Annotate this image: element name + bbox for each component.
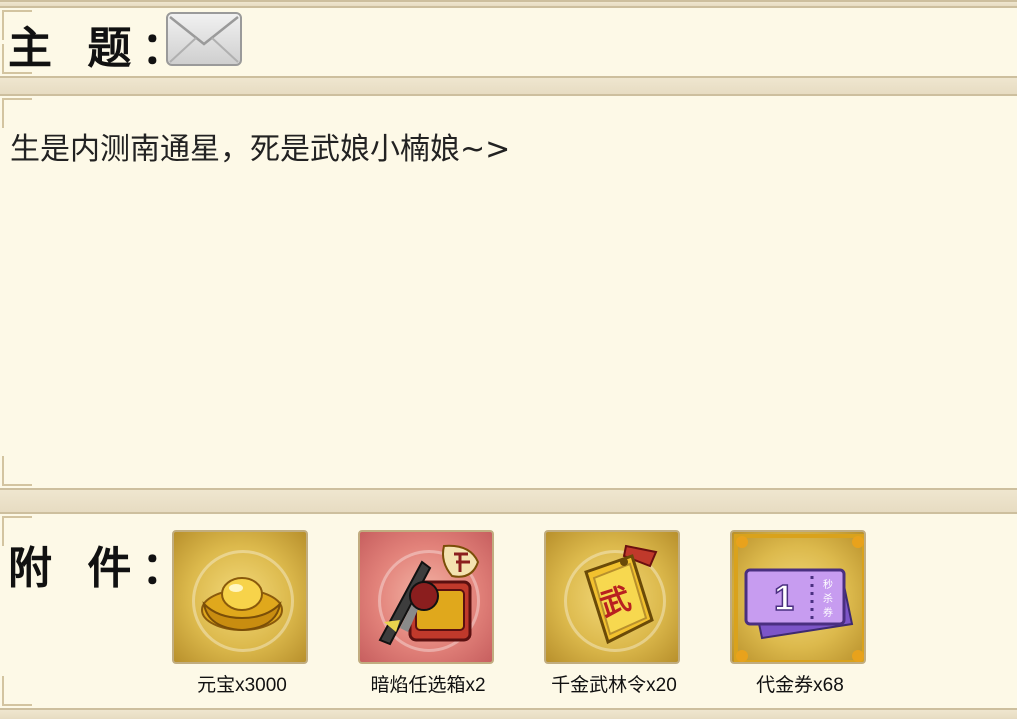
message-text: 生是内测南通星，死是武娘小楠娘~> <box>10 132 511 167</box>
item-frame[interactable]: 1 秒 杀 券 <box>730 530 866 664</box>
item-name: 暗焰任选箱x2 <box>370 675 486 696</box>
epic-chest-icon <box>378 544 480 646</box>
item-name: 代金券x68 <box>756 675 844 696</box>
bottom-border <box>0 708 1017 719</box>
item-name: 元宝x3000 <box>197 675 287 696</box>
voucher-icon: 1 秒 杀 券 <box>734 534 864 662</box>
message-body-panel: 生是内测南通星，死是武娘小楠娘~> <box>0 96 1017 488</box>
wulin-token-icon: 武 <box>584 544 658 645</box>
divider <box>0 488 1017 514</box>
attachment-item[interactable]: 暗焰任选箱x2 <box>358 530 498 700</box>
divider <box>0 76 1017 96</box>
svg-text:券: 券 <box>823 606 833 619</box>
attachment-item[interactable]: 元宝x3000 <box>172 530 312 700</box>
gold-ingot-icon <box>201 577 283 632</box>
svg-text:杀: 杀 <box>823 592 833 605</box>
attachment-item[interactable]: 武 千金武林令x20 <box>544 530 684 700</box>
svg-text:1: 1 <box>774 577 794 618</box>
attachments-panel: 附 件： 元宝x3000 暗焰任选箱x2 武 千金武林令x20 1 秒 杀 券 … <box>0 514 1017 708</box>
item-name: 千金武林令x20 <box>551 675 677 696</box>
corner-ornament <box>2 676 32 706</box>
item-frame[interactable] <box>172 530 308 664</box>
mail-detail-page: 主 题： 生是内测南通星，死是武娘小楠娘~> 附 件： 元宝x3000 暗焰任选… <box>0 0 1017 719</box>
attachment-item[interactable]: 1 秒 杀 券 代金券x68 <box>730 530 870 700</box>
top-border <box>0 0 1017 8</box>
subject-panel: 主 题： <box>0 8 1017 76</box>
corner-ornament <box>2 456 32 486</box>
item-frame[interactable]: 武 <box>544 530 680 664</box>
envelope-icon <box>166 12 242 66</box>
item-frame[interactable] <box>358 530 494 664</box>
attachments-label: 附 件： <box>8 543 196 594</box>
svg-text:秒: 秒 <box>823 578 833 591</box>
